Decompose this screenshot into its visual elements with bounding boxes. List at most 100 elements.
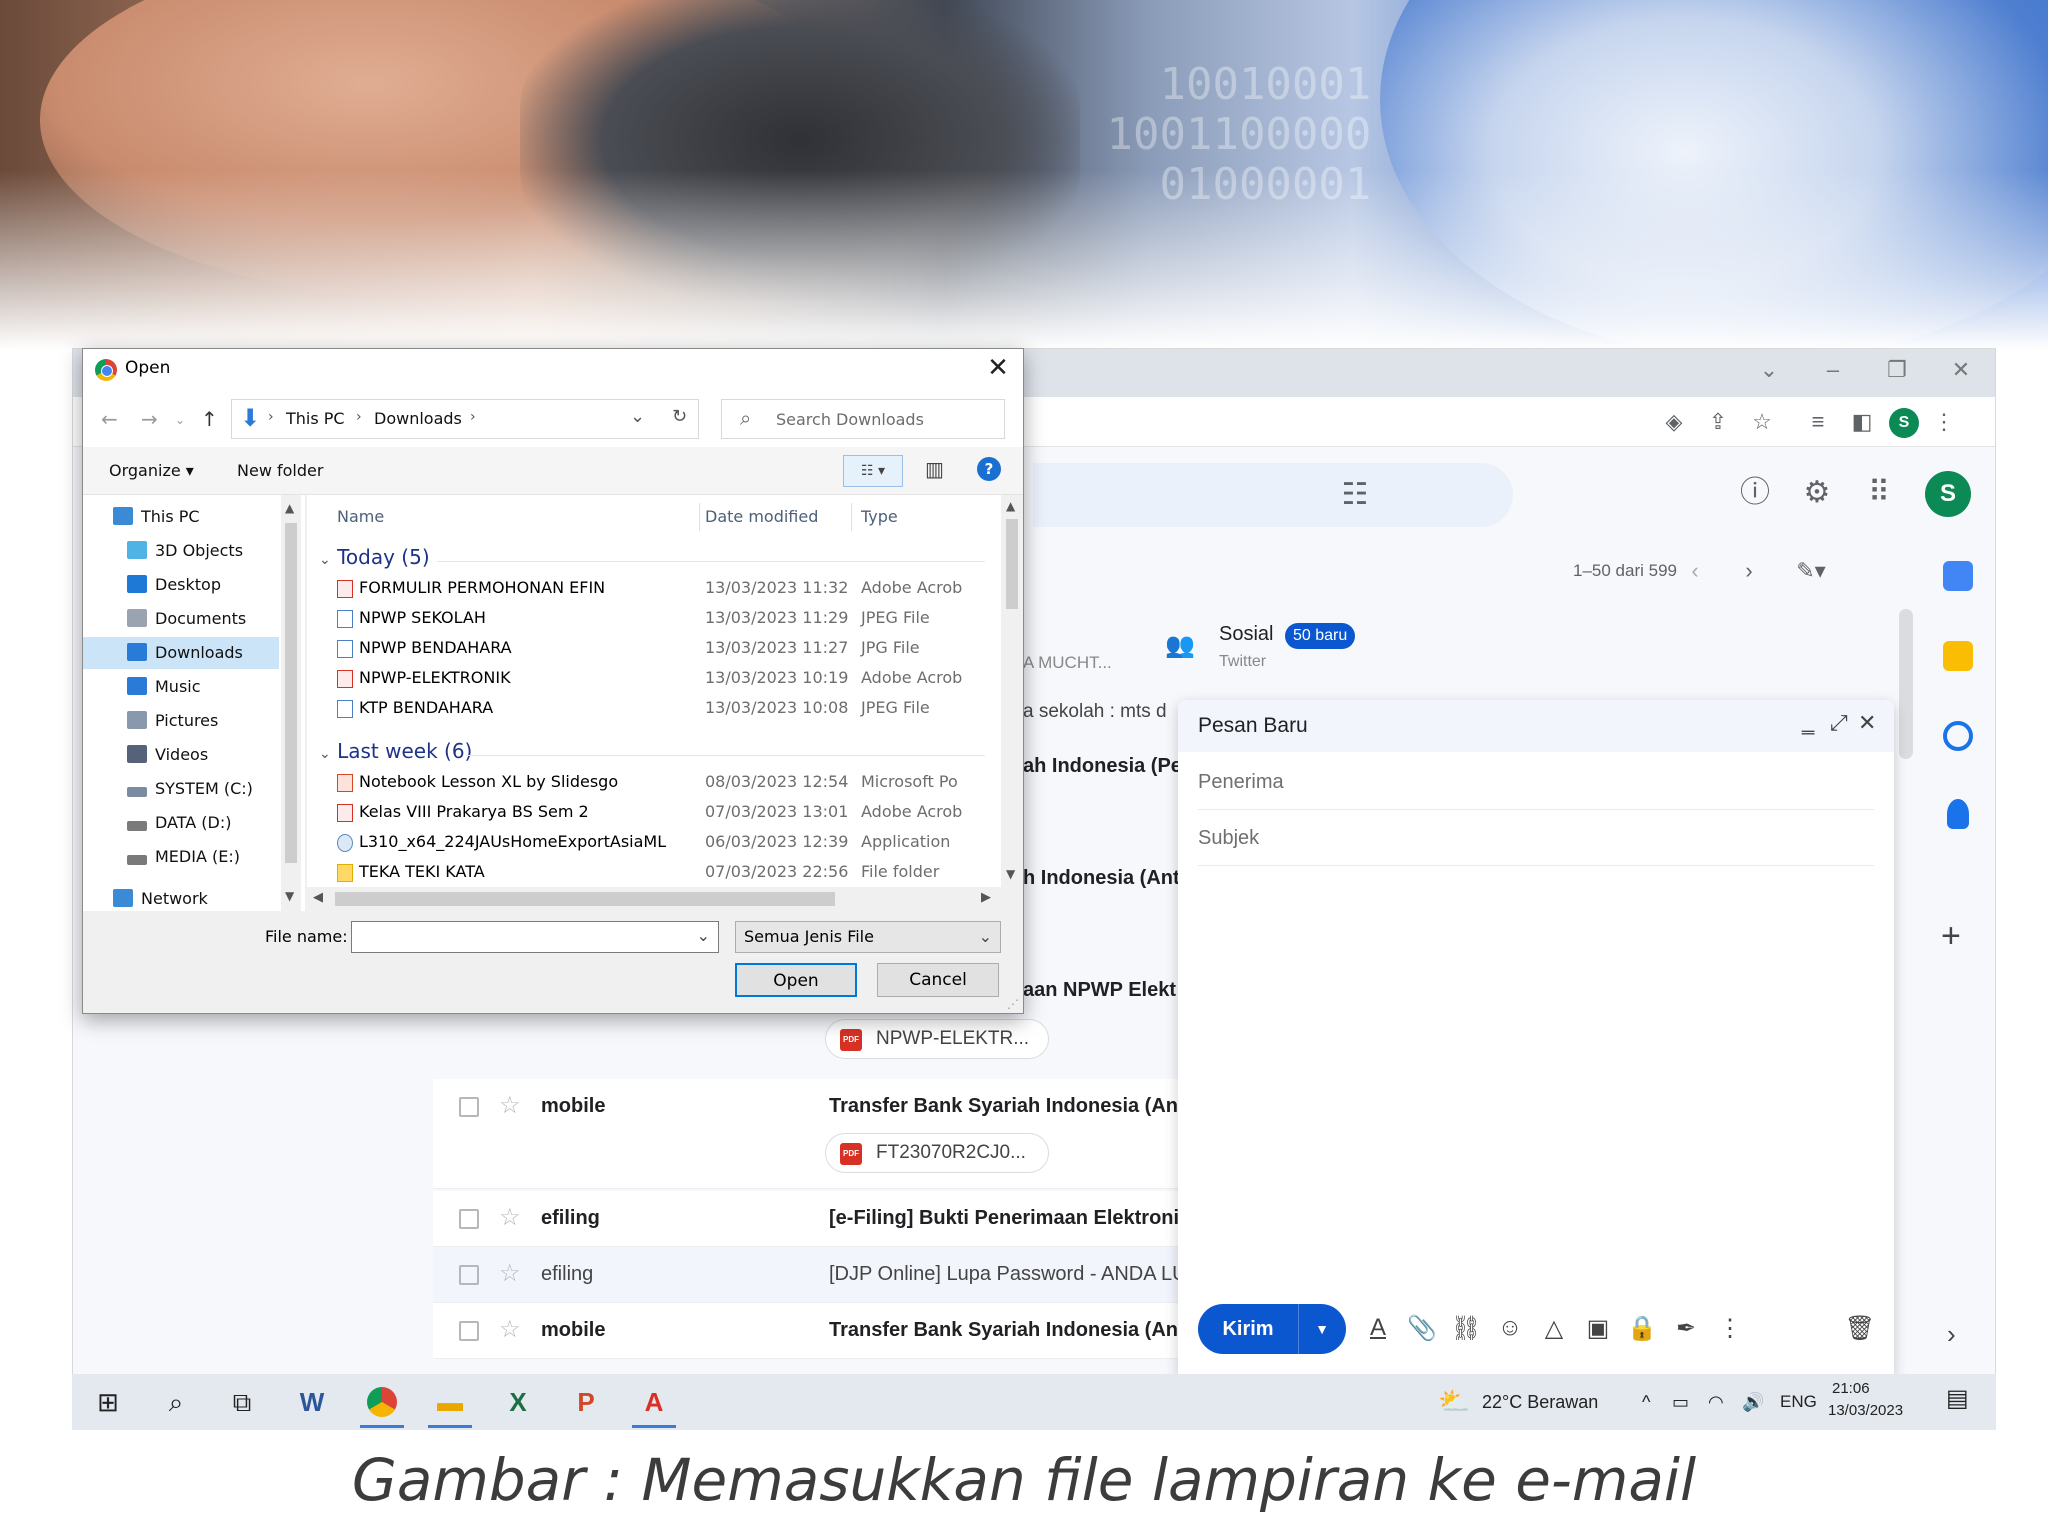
next-page-icon[interactable]: › xyxy=(1727,549,1771,593)
apps-grid-icon[interactable]: ⠿ xyxy=(1857,471,1901,515)
attachment-chip[interactable]: PDF FT23070R2CJ0... xyxy=(825,1133,1049,1173)
up-arrow-icon[interactable]: ↑ xyxy=(201,407,218,431)
close-icon[interactable]: ✕ xyxy=(1858,710,1876,736)
extension-icon[interactable]: ◈ xyxy=(1659,407,1689,437)
social-tab-title[interactable]: Sosial xyxy=(1219,623,1273,646)
profile-avatar[interactable]: S xyxy=(1889,408,1919,438)
organize-button[interactable]: Organize ▾ xyxy=(109,461,194,480)
search-downloads-input[interactable]: ⌕ Search Downloads xyxy=(721,399,1005,439)
file-explorer-icon[interactable]: ▬ xyxy=(428,1382,472,1428)
keep-icon[interactable] xyxy=(1943,641,1973,671)
recent-locations-icon[interactable]: ⌄ xyxy=(175,413,185,427)
cancel-button[interactable]: Cancel xyxy=(877,963,999,997)
nav-this-pc[interactable]: This PC xyxy=(83,501,279,533)
row-checkbox[interactable] xyxy=(459,1265,479,1285)
send-button[interactable]: Kirim ▼ xyxy=(1198,1304,1346,1354)
insert-photo-icon[interactable]: ▣ xyxy=(1582,1314,1614,1343)
confidential-mode-icon[interactable]: 🔒 xyxy=(1626,1314,1658,1343)
show-hidden-icons[interactable]: ^ xyxy=(1642,1392,1650,1413)
forward-arrow-icon[interactable]: → xyxy=(141,407,158,431)
list-scrollbar[interactable] xyxy=(1899,609,1913,759)
file-row[interactable]: TEKA TEKI KATA 07/03/2023 22:56 File folde… xyxy=(307,857,1001,887)
scroll-up-icon[interactable]: ▲ xyxy=(1006,499,1015,513)
resize-grip-icon[interactable]: ⋰ xyxy=(1007,997,1019,1011)
share-icon[interactable]: ⇪ xyxy=(1703,407,1733,437)
nav-downloads[interactable]: Downloads xyxy=(83,637,279,669)
prev-page-icon[interactable]: ‹ xyxy=(1673,549,1717,593)
email-row[interactable]: ☆ efiling [e-Filing] Bukti Penerimaan El… xyxy=(433,1191,1253,1247)
refresh-icon[interactable]: ↻ xyxy=(672,406,687,427)
nav-data-d[interactable]: DATA (D:) xyxy=(83,807,279,839)
file-list-hscrollbar[interactable]: ◀ ▶ xyxy=(307,887,1001,911)
file-row[interactable]: KTP BENDAHARA 13/03/2023 10:08 JPEG File xyxy=(307,693,1001,723)
reading-list-icon[interactable]: ≡ xyxy=(1803,407,1833,437)
row-checkbox[interactable] xyxy=(459,1097,479,1117)
calendar-icon[interactable] xyxy=(1943,561,1973,591)
file-list-scrollbar[interactable]: ▲ ▼ xyxy=(1001,495,1023,887)
tab-search-icon[interactable]: ⌄ xyxy=(1749,357,1789,383)
nav-media-e[interactable]: MEDIA (E:) xyxy=(83,841,279,873)
signature-icon[interactable]: ✒ xyxy=(1670,1314,1702,1343)
help-icon[interactable]: ? xyxy=(977,457,1001,481)
help-icon[interactable]: ⓘ xyxy=(1733,471,1777,515)
close-window-icon[interactable]: ✕ xyxy=(1941,357,1981,383)
open-button[interactable]: Open xyxy=(735,963,857,997)
scroll-right-icon[interactable]: ▶ xyxy=(981,890,991,905)
more-options-icon[interactable]: ⋮ xyxy=(1714,1314,1746,1343)
file-name-input[interactable]: ⌄ xyxy=(351,921,719,953)
h-scroll-thumb[interactable] xyxy=(335,892,835,906)
file-row[interactable]: NPWP BENDAHARA 13/03/2023 11:27 JPG File xyxy=(307,633,1001,663)
search-options-icon[interactable]: ☷ xyxy=(1333,473,1377,517)
wifi-icon[interactable]: ◠ xyxy=(1708,1392,1724,1413)
discard-trash-icon[interactable]: 🗑 xyxy=(1844,1314,1876,1343)
minimize-icon[interactable]: – xyxy=(1813,357,1853,383)
file-scroll-thumb[interactable] xyxy=(1006,519,1018,609)
text-format-icon[interactable]: A xyxy=(1362,1314,1394,1342)
close-icon[interactable]: ✕ xyxy=(983,353,1013,383)
nav-music[interactable]: Music xyxy=(83,671,279,703)
side-panel-icon[interactable]: ◧ xyxy=(1847,407,1877,437)
address-bar[interactable]: ⬇ › This PC › Downloads › ⌄ ↻ xyxy=(231,399,699,439)
clock-time[interactable]: 21:06 xyxy=(1832,1380,1870,1397)
task-view-icon[interactable]: ⧉ xyxy=(220,1382,264,1422)
row-checkbox[interactable] xyxy=(459,1321,479,1341)
input-tools-icon[interactable]: ✎▾ xyxy=(1789,549,1833,593)
breadcrumb-downloads[interactable]: Downloads xyxy=(374,409,462,428)
breadcrumb-this-pc[interactable]: This PC xyxy=(286,409,345,428)
minimize-icon[interactable]: ‗ xyxy=(1802,710,1814,736)
restore-icon[interactable]: ❐ xyxy=(1877,357,1917,383)
weather-text[interactable]: 22°C Berawan xyxy=(1482,1392,1598,1413)
file-row[interactable]: NPWP SEKOLAH 13/03/2023 11:29 JPEG File xyxy=(307,603,1001,633)
emoji-icon[interactable]: ☺ xyxy=(1494,1314,1526,1342)
bookmark-star-icon[interactable]: ☆ xyxy=(1747,407,1777,437)
new-folder-button[interactable]: New folder xyxy=(237,461,323,480)
column-type[interactable]: Type xyxy=(861,495,898,539)
word-icon[interactable]: W xyxy=(290,1382,334,1422)
volume-icon[interactable]: 🔊 xyxy=(1742,1392,1764,1413)
expand-icon[interactable]: ⤢ xyxy=(1830,710,1848,736)
attach-file-icon[interactable]: 📎 xyxy=(1406,1314,1438,1343)
scroll-up-icon[interactable]: ▲ xyxy=(285,501,294,515)
scroll-down-icon[interactable]: ▼ xyxy=(1006,867,1015,881)
column-divider[interactable] xyxy=(699,503,700,531)
powerpoint-icon[interactable]: P xyxy=(564,1382,608,1422)
group-last-week[interactable]: ⌄ Last week (6) xyxy=(319,739,472,763)
file-row[interactable]: Kelas VIII Prakarya BS Sem 2 07/03/2023 1… xyxy=(307,797,1001,827)
chrome-icon[interactable] xyxy=(360,1382,404,1428)
subject-field[interactable]: Subjek xyxy=(1198,810,1874,866)
clock-date[interactable]: 13/03/2023 xyxy=(1828,1402,1903,1419)
star-icon[interactable]: ☆ xyxy=(499,1091,521,1120)
subject-partial-1[interactable]: ah Indonesia (Pe xyxy=(1023,755,1182,778)
star-icon[interactable]: ☆ xyxy=(499,1259,521,1288)
compose-header[interactable]: Pesan Baru ‗ ⤢ ✕ xyxy=(1178,700,1894,752)
column-date-modified[interactable]: Date modified xyxy=(705,495,818,539)
language-indicator[interactable]: ENG xyxy=(1780,1392,1817,1412)
nav-videos[interactable]: Videos xyxy=(83,739,279,771)
contacts-icon[interactable] xyxy=(1947,799,1969,829)
email-row[interactable]: ☆ efiling [DJP Online] Lupa Password - A… xyxy=(433,1247,1253,1303)
column-divider[interactable] xyxy=(851,503,852,531)
star-icon[interactable]: ☆ xyxy=(499,1315,521,1344)
settings-gear-icon[interactable]: ⚙ xyxy=(1795,471,1839,515)
attachment-chip[interactable]: PDF NPWP-ELEKTR... xyxy=(825,1019,1049,1059)
drive-icon[interactable]: △ xyxy=(1538,1314,1570,1343)
